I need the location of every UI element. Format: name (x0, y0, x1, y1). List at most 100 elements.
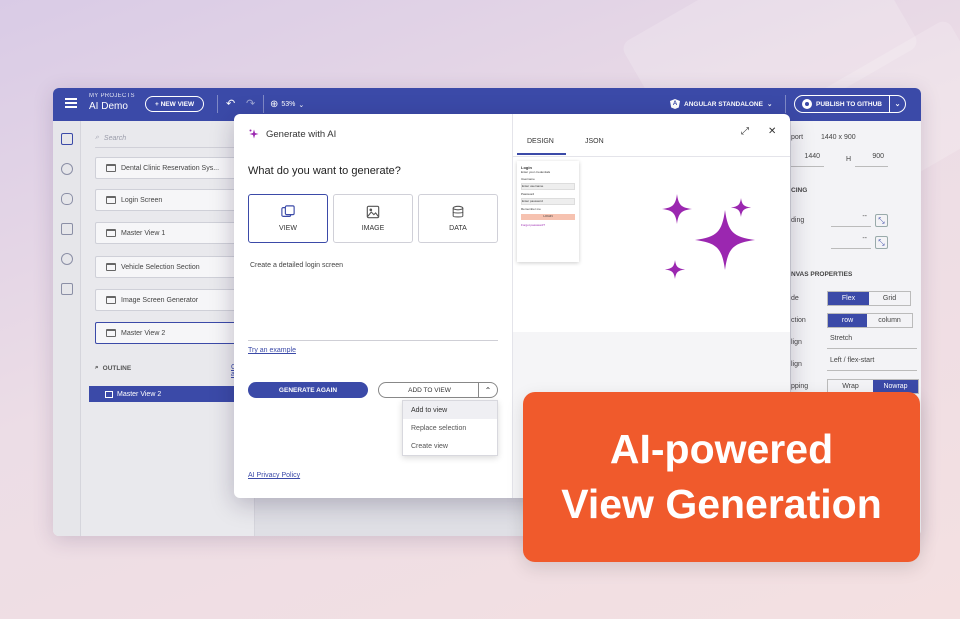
zoom-value: 53% (281, 101, 296, 108)
search-field[interactable]: ⌕ Search (95, 134, 126, 142)
divider (217, 95, 218, 113)
menu-item-create-view[interactable]: Create view (403, 437, 497, 455)
variables-icon[interactable] (61, 223, 73, 235)
menu-item-replace-selection[interactable]: Replace selection (403, 419, 497, 437)
outline-item-label: Master View 2 (117, 390, 162, 398)
icon-rail (53, 121, 81, 536)
dialog-form: Generate with AI What do you want to gen… (234, 114, 512, 498)
outline-label: OUTLINE (102, 364, 132, 372)
chevron-down-icon: ⌄ (766, 101, 773, 108)
window-icon (106, 329, 116, 337)
view-item-label: Dental Clinic Reservation Sys... (121, 164, 220, 172)
search-icon: ⌕ (95, 134, 99, 141)
margin-input[interactable]: -- (831, 235, 871, 249)
viewport-label: port (791, 134, 804, 141)
assets-icon[interactable] (61, 283, 73, 295)
database-icon (452, 205, 464, 218)
close-icon[interactable]: ✕ (768, 126, 776, 137)
height-label: H (846, 156, 852, 163)
new-view-button[interactable]: + NEW VIEW (145, 96, 205, 112)
divider (513, 156, 790, 157)
view-type-card[interactable]: VIEW (248, 194, 328, 243)
image-type-label: IMAGE (361, 225, 385, 232)
window-icon (106, 263, 116, 271)
sparkles-icon (662, 194, 755, 279)
link-icon[interactable]: ⤡ (875, 236, 888, 249)
preview-forgot-link: Forgot password? (521, 223, 546, 227)
palette-icon[interactable] (61, 253, 73, 265)
mode-toggle: Flex Grid (827, 291, 911, 306)
question-text: What do you want to generate? (248, 165, 401, 177)
chevron-up-icon[interactable]: ⌃ (478, 383, 497, 397)
preview-login-card: Login Enter your credentials Username En… (517, 161, 579, 262)
row-option[interactable]: row (828, 314, 868, 327)
view-item[interactable]: Master View 1 (95, 222, 255, 244)
outline-header: ⌕ OUTLINE (95, 364, 131, 372)
spacing-section-label: CING (791, 187, 808, 194)
tab-json[interactable]: JSON (585, 138, 604, 145)
component-icon (105, 390, 113, 398)
padding-input[interactable]: -- (831, 213, 871, 227)
viewport-value[interactable]: 1440 x 900 (821, 134, 856, 141)
data-type-card[interactable]: DATA (418, 194, 498, 243)
view-item[interactable]: Image Screen Generator (95, 289, 255, 311)
align-select[interactable]: Stretch (827, 335, 917, 349)
framework-selector[interactable]: A ANGULAR STANDALONE ⌄ (670, 99, 772, 109)
views-icon[interactable] (61, 133, 73, 145)
angular-icon: A (670, 99, 680, 109)
preview-username-label: Username (521, 177, 535, 181)
divider (248, 340, 498, 341)
wrap-label: pping (791, 383, 809, 390)
image-icon (366, 205, 380, 219)
image-type-card[interactable]: IMAGE (333, 194, 413, 243)
view-item[interactable]: Login Screen (95, 189, 255, 211)
framework-label: ANGULAR STANDALONE (684, 100, 763, 108)
undo-icon[interactable]: ↶ (226, 97, 235, 110)
add-options-menu: Add to view Replace selection Create vie… (402, 400, 498, 456)
view-item[interactable]: Dental Clinic Reservation Sys... (95, 157, 255, 179)
add-to-view-button[interactable]: ADD TO VIEW ⌃ (378, 382, 498, 398)
menu-item-add-to-view[interactable]: Add to view (403, 401, 497, 419)
chevron-down-icon[interactable]: ⌄ (889, 96, 905, 112)
window-icon (106, 196, 116, 204)
dialog-title-text: Generate with AI (266, 128, 337, 140)
expand-icon[interactable]: ⤢ (741, 126, 749, 137)
view-item-active[interactable]: Master View 2 (95, 322, 255, 344)
flex-option[interactable]: Flex (828, 292, 869, 305)
grid-option[interactable]: Grid (869, 292, 910, 305)
height-input[interactable]: 900 (855, 153, 888, 167)
window-icon (106, 164, 116, 172)
menu-icon[interactable] (65, 98, 77, 108)
view-item-label: Login Screen (121, 196, 163, 204)
direction-toggle: row column (827, 313, 913, 328)
preview-remember: Remember me (521, 207, 541, 211)
publish-button[interactable]: PUBLISH TO GITHUB ⌄ (794, 95, 906, 113)
database-icon[interactable] (61, 193, 73, 205)
zoom-control[interactable]: ⊕ 53% ⌄ (270, 99, 304, 110)
try-example-link[interactable]: Try an example (248, 347, 296, 354)
preview-username-field: Enter username (521, 183, 575, 190)
prompt-input[interactable]: Create a detailed login screen (250, 262, 343, 269)
publish-label: PUBLISH TO GITHUB (816, 100, 882, 108)
padding-label: ding (791, 217, 805, 224)
outline-item[interactable]: Master View 2 (89, 386, 255, 402)
components-icon[interactable] (61, 163, 73, 175)
justify-select[interactable]: Left / flex-start (827, 357, 917, 371)
search-icon: ⌕ (95, 364, 99, 371)
view-item-label: Image Screen Generator (121, 296, 199, 304)
view-item-label: Master View 2 (121, 329, 166, 337)
width-input[interactable]: 1440 (791, 153, 824, 167)
generate-again-button[interactable]: GENERATE AGAIN (248, 382, 368, 398)
view-item-label: Vehicle Selection Section (121, 263, 200, 271)
link-icon[interactable]: ⤡ (875, 214, 888, 227)
projects-label[interactable]: MY PROJECTS (89, 93, 135, 99)
tab-design[interactable]: DESIGN (517, 138, 566, 155)
column-option[interactable]: column (867, 314, 912, 327)
divider (785, 95, 786, 113)
privacy-policy-link[interactable]: AI Privacy Policy (248, 472, 300, 479)
redo-icon[interactable]: ↷ (246, 97, 255, 110)
preview-password-label: Password (521, 192, 535, 196)
layers-icon (281, 205, 295, 217)
view-item[interactable]: Vehicle Selection Section (95, 256, 255, 278)
mode-label: de (791, 295, 799, 302)
